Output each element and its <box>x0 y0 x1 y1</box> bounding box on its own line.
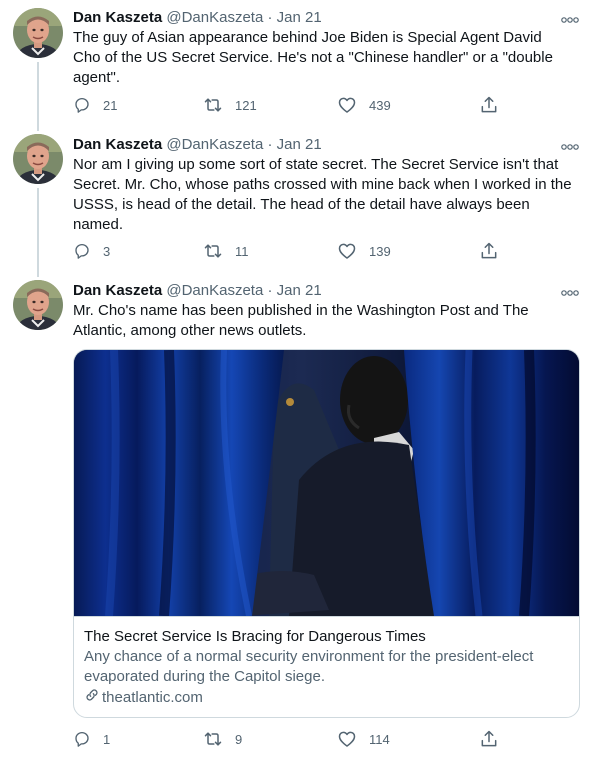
more-icon[interactable] <box>560 12 580 22</box>
author-handle[interactable]: @DanKaszeta <box>166 282 263 299</box>
like-button[interactable]: 439 <box>337 95 391 115</box>
like-button[interactable]: 139 <box>337 241 391 261</box>
tweet-header: Dan Kaszeta @DanKaszeta · Jan 21 <box>73 8 322 28</box>
reply-button[interactable]: 3 <box>73 241 110 261</box>
reply-button[interactable]: 21 <box>73 95 117 115</box>
more-icon[interactable] <box>560 139 580 149</box>
tweet-actions: 1 9 114 <box>73 729 503 749</box>
thread-connector-line <box>37 188 39 277</box>
separator: · <box>267 9 273 26</box>
retweet-icon <box>203 241 223 261</box>
retweet-count: 9 <box>235 731 243 747</box>
retweet-icon <box>203 729 223 749</box>
retweet-button[interactable]: 121 <box>203 95 257 115</box>
tweet-actions: 21 121 439 <box>73 95 503 115</box>
link-preview-domain: theatlantic.com <box>84 687 571 709</box>
separator: · <box>267 282 273 299</box>
avatar[interactable] <box>13 8 63 58</box>
retweet-button[interactable]: 11 <box>203 241 249 261</box>
reply-count: 1 <box>103 731 111 747</box>
link-domain-text: theatlantic.com <box>102 689 203 706</box>
author-name[interactable]: Dan Kaszeta <box>73 136 162 153</box>
link-icon <box>84 687 102 709</box>
heart-icon <box>337 729 357 749</box>
reply-icon <box>73 730 91 748</box>
tweet-header: Dan Kaszeta @DanKaszeta · Jan 21 <box>73 281 322 301</box>
link-preview-body: The Secret Service Is Bracing for Danger… <box>74 616 579 717</box>
link-preview-card[interactable]: The Secret Service Is Bracing for Danger… <box>73 349 580 718</box>
like-count: 139 <box>369 243 391 259</box>
heart-icon <box>337 95 357 115</box>
author-name[interactable]: Dan Kaszeta <box>73 9 162 26</box>
retweet-count: 11 <box>235 243 249 259</box>
tweet-date[interactable]: Jan 21 <box>277 282 322 299</box>
like-count: 114 <box>369 731 390 747</box>
link-preview-description: Any chance of a normal security environm… <box>84 648 534 685</box>
tweet-text: Mr. Cho's name has been published in the… <box>73 302 529 339</box>
link-preview-title: The Secret Service Is Bracing for Danger… <box>84 628 426 645</box>
retweet-count: 121 <box>235 97 257 113</box>
share-button[interactable] <box>479 729 499 749</box>
more-icon[interactable] <box>560 285 580 295</box>
tweet-text: The guy of Asian appearance behind Joe B… <box>73 29 553 86</box>
reply-icon <box>73 242 91 260</box>
like-button[interactable]: 114 <box>337 729 390 749</box>
reply-icon <box>73 96 91 114</box>
author-handle[interactable]: @DanKaszeta <box>166 9 263 26</box>
tweet-header: Dan Kaszeta @DanKaszeta · Jan 21 <box>73 135 322 155</box>
reply-button[interactable]: 1 <box>73 729 110 749</box>
share-button[interactable] <box>479 95 499 115</box>
author-handle[interactable]: @DanKaszeta <box>166 136 263 153</box>
tweet-text: Nor am I giving up some sort of state se… <box>73 156 572 233</box>
share-icon <box>479 729 499 749</box>
tweet-date[interactable]: Jan 21 <box>277 136 322 153</box>
retweet-button[interactable]: 9 <box>203 729 242 749</box>
share-icon <box>479 95 499 115</box>
like-count: 439 <box>369 97 391 113</box>
author-name[interactable]: Dan Kaszeta <box>73 282 162 299</box>
separator: · <box>267 136 273 153</box>
thread-connector-line <box>37 62 39 131</box>
tweet-date[interactable]: Jan 21 <box>277 9 322 26</box>
avatar[interactable] <box>13 134 63 184</box>
retweet-icon <box>203 95 223 115</box>
share-icon <box>479 241 499 261</box>
tweet-actions: 3 11 139 <box>73 241 503 261</box>
share-button[interactable] <box>479 241 499 261</box>
link-preview-image <box>74 350 579 616</box>
avatar[interactable] <box>13 280 63 330</box>
heart-icon <box>337 241 357 261</box>
reply-count: 3 <box>103 243 111 259</box>
reply-count: 21 <box>103 97 118 113</box>
